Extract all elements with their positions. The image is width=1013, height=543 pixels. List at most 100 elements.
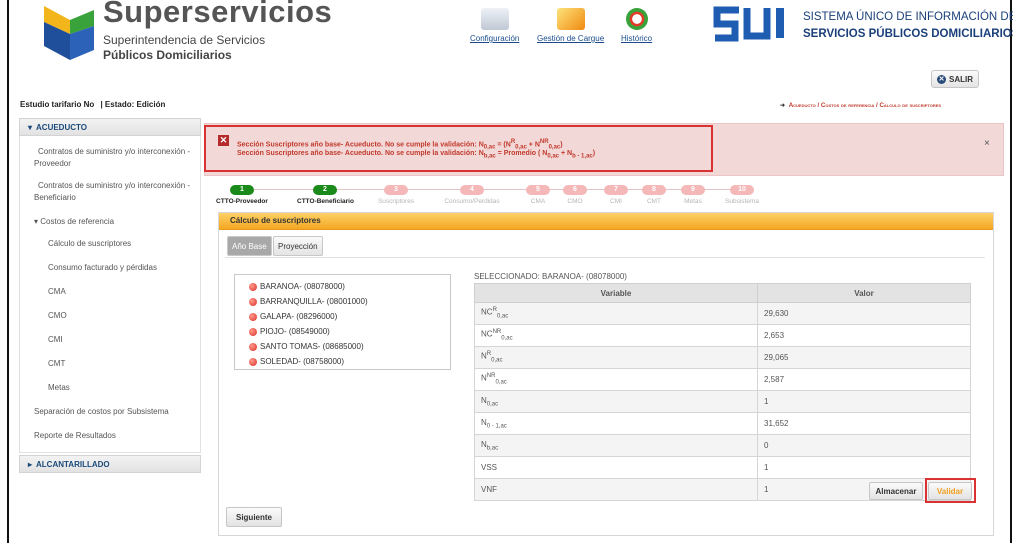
step-1[interactable]: 1 CTTO-Proveedor xyxy=(214,185,270,205)
tab-ano-base[interactable]: Año Base xyxy=(227,236,272,256)
logout-button[interactable]: ✕ SALIR xyxy=(931,70,979,88)
sidebar-item-consumo[interactable]: Consumo facturado y pérdidas xyxy=(20,256,200,280)
brand-subtitle-line1: Superintendencia de Servicios xyxy=(103,33,266,47)
close-circle-icon: ✕ xyxy=(937,74,946,84)
variables-table: Variable Valor NCR0,ac 29,630 NCNR0,ac 2,6… xyxy=(474,283,971,501)
list-item-label: BARANOA- (08078000) xyxy=(260,282,345,291)
sidebar-item-separacion[interactable]: Separación de costos por Subsistema xyxy=(20,400,200,424)
logout-label: SALIR xyxy=(949,74,973,84)
nav-configuration-link[interactable]: Configuración xyxy=(470,34,519,43)
value-cell: 1 xyxy=(757,390,971,413)
step-3-label: Suscriptores xyxy=(377,198,415,205)
breadcrumb-text: Acueducto / Costos de referencia / Cálcu… xyxy=(788,102,942,109)
status-dot-icon xyxy=(249,327,257,336)
step-4: 4 Consumo/Perdidas xyxy=(444,185,500,205)
sidebar-section-acueducto[interactable]: ▾ ACUEDUCTO xyxy=(19,118,201,136)
sidebar-item-beneficiario[interactable]: Contratos de suministro y/o interconexió… xyxy=(20,174,200,208)
value-cell: 1 xyxy=(757,456,971,479)
study-state: | Estado: Edición xyxy=(100,100,166,109)
table-header-row: Variable Valor xyxy=(474,283,971,303)
table-row: N0,ac 1 xyxy=(474,390,971,413)
nav-configuration[interactable]: Configuración xyxy=(470,8,519,43)
sui-title-line1: SISTEMA ÚNICO DE INFORMACIÓN DE xyxy=(803,11,1013,23)
nav-upload-management-link[interactable]: Gestión de Cargue xyxy=(537,34,604,43)
step-1-label: CTTO-Proveedor xyxy=(216,198,268,205)
alert-prefix-2: Sección Suscriptores año base- Acueducto… xyxy=(237,150,479,157)
sidebar-group-costos[interactable]: ▾ Costos de referencia xyxy=(20,208,200,232)
step-2-label: CTTO-Beneficiario xyxy=(297,198,354,205)
brand-subtitle-line2: Públicos Domiciliarios xyxy=(103,48,232,62)
list-item-label: PIOJO- (08549000) xyxy=(260,327,330,336)
table-row: NNR0,ac 2,587 xyxy=(474,368,971,391)
store-button[interactable]: Almacenar xyxy=(869,482,923,500)
nav-upload-management[interactable]: Gestión de Cargue xyxy=(537,8,604,43)
step-3: 3 Suscriptores xyxy=(368,185,424,205)
table-row: NCNR0,ac 2,653 xyxy=(474,324,971,347)
table-row: NR0,ac 29,065 xyxy=(474,346,971,369)
variable-cell: Nb,ac xyxy=(474,434,758,457)
variable-cell: NR0,ac xyxy=(474,346,758,369)
alert-close-button[interactable]: × xyxy=(984,138,990,149)
sidebar-section-alcantarillado[interactable]: ▸ ALCANTARILLADO xyxy=(19,455,201,473)
step-1-badge: 1 xyxy=(230,185,254,195)
status-dot-icon xyxy=(249,297,257,306)
list-item[interactable]: BARRANQUILLA- (08001000) xyxy=(235,294,450,309)
study-label: Estudio tarifario No xyxy=(20,100,95,109)
list-item[interactable]: GALAPA- (08296000) xyxy=(235,309,450,324)
sui-logo-icon xyxy=(713,6,784,42)
step-6-badge: 6 xyxy=(563,185,587,195)
value-cell: 2,653 xyxy=(757,324,971,347)
caret-down-icon: ▾ xyxy=(28,122,33,132)
sidebar-item-proveedor[interactable]: Contratos de suministro y/o interconexió… xyxy=(20,140,200,174)
sidebar-item-calculo-suscriptores[interactable]: Cálculo de suscriptores xyxy=(20,232,200,256)
list-item[interactable]: SANTO TOMAS- (08685000) xyxy=(235,339,450,354)
step-10-label: Subsistema xyxy=(725,198,759,205)
list-item[interactable]: PIOJO- (08549000) xyxy=(235,324,450,339)
tab-proyeccion[interactable]: Proyección xyxy=(273,236,323,256)
municipality-list: BARANOA- (08078000) BARRANQUILLA- (08001… xyxy=(234,274,451,370)
column-header-valor: Valor xyxy=(757,283,971,303)
sidebar-item-reporte[interactable]: Reporte de Resultados xyxy=(20,424,200,446)
study-status: Estudio tarifario No | Estado: Edición xyxy=(20,100,165,109)
step-2[interactable]: 2 CTTO-Beneficiario xyxy=(297,185,354,205)
nav-history[interactable]: Histórico xyxy=(621,8,652,43)
arrow-right-icon: ➜ xyxy=(780,102,786,109)
window-left-border xyxy=(7,0,9,543)
value-cell: 29,630 xyxy=(757,302,971,325)
history-clock-icon xyxy=(625,8,648,30)
variable-cell: VSS xyxy=(474,456,758,479)
list-item-label: SOLEDAD- (08758000) xyxy=(260,357,345,366)
step-10: 10 Subsistema xyxy=(714,185,770,205)
sidebar-item-cma[interactable]: CMA xyxy=(20,280,200,304)
sui-title-line2: SERVICIOS PÚBLICOS DOMICILIARIOS xyxy=(803,28,1013,40)
validate-highlight-box xyxy=(925,478,976,503)
step-7-badge: 7 xyxy=(604,185,628,195)
sidebar-section-acueducto-label: ACUEDUCTO xyxy=(36,122,87,132)
value-cell: 0 xyxy=(757,434,971,457)
nav-history-link[interactable]: Histórico xyxy=(621,34,652,43)
alert-message-1: Sección Suscriptores año base- Acueducto… xyxy=(237,139,563,151)
variable-cell: VNF xyxy=(474,478,758,501)
table-row: Nb,ac 0 xyxy=(474,434,971,457)
step-9-badge: 9 xyxy=(681,185,705,195)
next-button[interactable]: Siguiente xyxy=(226,507,282,527)
table-row: NCR0,ac 29,630 xyxy=(474,302,971,325)
variable-cell: NCNR0,ac xyxy=(474,324,758,347)
configuration-icon xyxy=(480,8,509,30)
list-item[interactable]: BARANOA- (08078000) xyxy=(235,279,450,294)
list-item-label: GALAPA- (08296000) xyxy=(260,312,338,321)
caret-right-icon: ▸ xyxy=(28,459,33,469)
sidebar-item-cmo[interactable]: CMO xyxy=(20,304,200,328)
step-9-label: Metas xyxy=(684,198,702,205)
error-icon: ✕ xyxy=(218,135,229,146)
sidebar-item-metas[interactable]: Metas xyxy=(20,376,200,400)
alert-prefix-1: Sección Suscriptores año base- Acueducto… xyxy=(237,141,479,149)
column-header-variable: Variable xyxy=(474,283,758,303)
list-item[interactable]: SOLEDAD- (08758000) xyxy=(235,354,450,369)
tab-divider xyxy=(225,257,985,258)
list-item-label: SANTO TOMAS- (08685000) xyxy=(260,342,364,351)
sidebar-acueducto-body: Contratos de suministro y/o interconexió… xyxy=(19,136,201,453)
sidebar-item-cmi[interactable]: CMI xyxy=(20,328,200,352)
sidebar-item-cmt[interactable]: CMT xyxy=(20,352,200,376)
step-10-badge: 10 xyxy=(730,185,754,195)
